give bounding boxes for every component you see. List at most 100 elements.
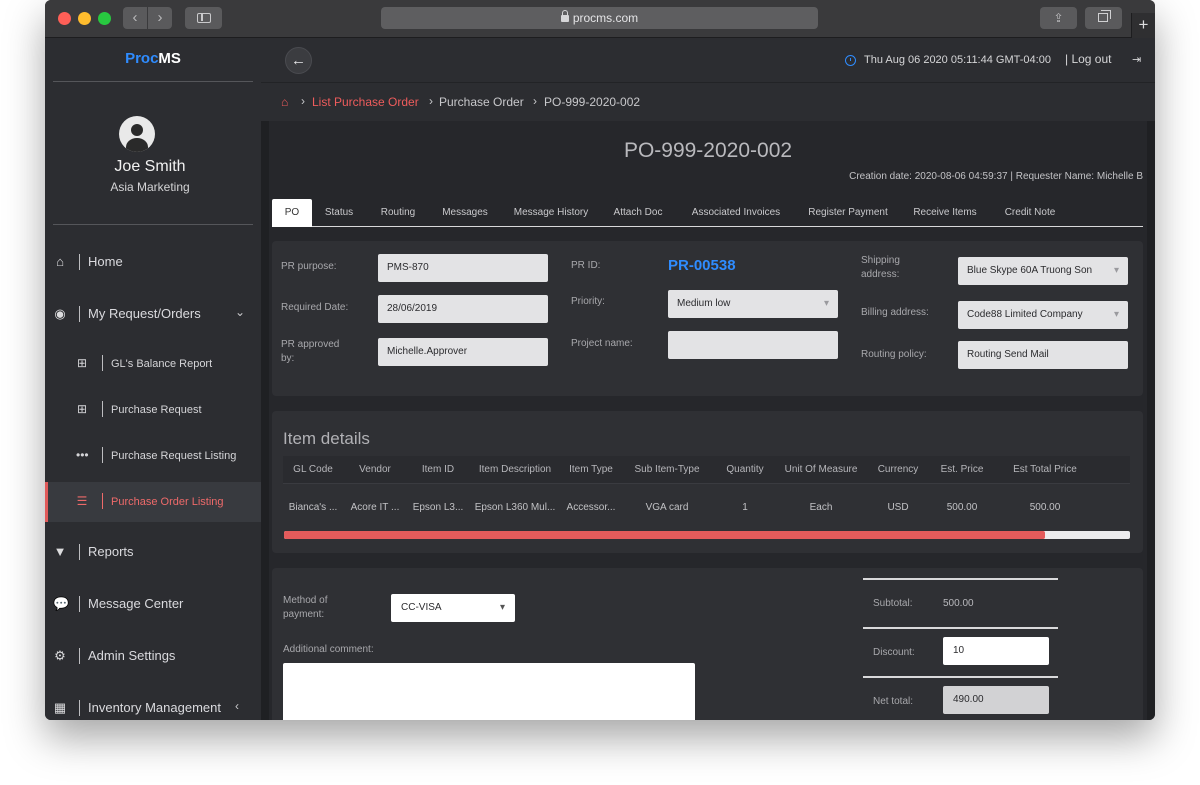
net-total-label: Net total:: [873, 696, 914, 707]
column-header[interactable]: Est Total Price: [993, 456, 1097, 484]
priority-label: Priority:: [571, 296, 605, 307]
table-cell: Bianca's ...: [288, 502, 338, 513]
zoom-window-button[interactable]: [98, 12, 111, 25]
logout-icon[interactable]: ⇥: [1132, 53, 1141, 66]
tab-po[interactable]: PO: [272, 199, 312, 227]
home-icon: ⌂: [56, 254, 64, 269]
required-date-field[interactable]: 28/06/2019: [378, 295, 548, 323]
routing-policy-field[interactable]: Routing Send Mail: [958, 341, 1128, 369]
tab-routing[interactable]: Routing: [371, 199, 425, 227]
tabs-icon: [1098, 10, 1111, 22]
user-name: Joe Smith: [114, 158, 186, 175]
column-header[interactable]: Vendor: [343, 456, 407, 484]
back-button[interactable]: ←: [285, 47, 312, 74]
tab-receive-items[interactable]: Receive Items: [905, 199, 985, 227]
minimize-window-button[interactable]: [78, 12, 91, 25]
sidebar-item-purchase-request[interactable]: ⊞ Purchase Request: [45, 390, 261, 430]
breadcrumb-separator-icon: ›: [301, 94, 305, 108]
column-header[interactable]: Item Description: [469, 456, 561, 484]
item-details-title: Item details: [283, 429, 370, 448]
plus-square-icon: ⊞: [76, 356, 88, 370]
logout-link[interactable]: | Log out: [1065, 52, 1112, 66]
tab-messages[interactable]: Messages: [433, 199, 497, 227]
billing-address-select[interactable]: Code88 Limited Company: [958, 301, 1128, 329]
sidebar-item-inventory[interactable]: ▦ Inventory Management ‹: [45, 688, 261, 720]
column-header[interactable]: GL Code: [283, 456, 343, 484]
browser-sidebar-toggle[interactable]: [185, 7, 222, 29]
app-logo[interactable]: ProcMS: [45, 50, 261, 67]
new-tab-button[interactable]: +: [1131, 13, 1155, 38]
approved-by-field[interactable]: Michelle.Approver: [378, 338, 548, 366]
sidebar-item-message-center[interactable]: 💬 Message Center: [45, 584, 261, 624]
sidebar-item-label: Reports: [88, 544, 134, 559]
app-sidebar: ProcMS Joe Smith Asia Marketing ⌂ Home ◉…: [45, 38, 261, 720]
logout-label: Log out: [1071, 52, 1112, 66]
sidebar-item-label: My Request/Orders: [88, 306, 201, 321]
tab-message-history[interactable]: Message History: [505, 199, 597, 227]
po-meta: Creation date: 2020-08-06 04:59:37 | Req…: [849, 171, 1143, 182]
sidebar-item-label: Inventory Management: [88, 700, 221, 715]
tab-status[interactable]: Status: [315, 199, 363, 227]
pr-id-label: PR ID:: [571, 260, 601, 271]
column-header[interactable]: Quantity: [713, 456, 777, 484]
logo-text-ms: MS: [158, 50, 181, 67]
sidebar-item-gl-balance[interactable]: ⊞ GL's Balance Report: [45, 344, 261, 384]
sidebar-item-my-requests[interactable]: ◉ My Request/Orders ⌄: [45, 294, 261, 334]
tab-associated-invoices[interactable]: Associated Invoices: [683, 199, 789, 227]
breadcrumb-list-purchase-order[interactable]: List Purchase Order: [312, 95, 419, 109]
column-header[interactable]: Currency: [865, 456, 931, 484]
discount-input[interactable]: 10: [943, 637, 1049, 665]
browser-back-button[interactable]: ‹: [123, 7, 147, 29]
target-icon: ◉: [54, 306, 66, 321]
items-table-header: GL Code Vendor Item ID Item Description …: [283, 456, 1130, 484]
tab-credit-note[interactable]: Credit Note: [994, 199, 1066, 227]
column-header[interactable]: Item Type: [561, 456, 621, 484]
share-button[interactable]: ⇪: [1040, 7, 1077, 29]
pr-purpose-field[interactable]: PMS-870: [378, 254, 548, 282]
shipping-address-select[interactable]: Blue Skype 60A Truong Son: [958, 257, 1128, 285]
home-icon[interactable]: ⌂: [281, 95, 288, 109]
column-header[interactable]: Sub Item-Type: [621, 456, 713, 484]
pr-purpose-label: PR purpose:: [281, 261, 337, 272]
sidebar-item-reports[interactable]: ▼ Reports: [45, 532, 261, 572]
sidebar-item-purchase-request-listing[interactable]: ••• Purchase Request Listing: [45, 436, 261, 476]
additional-comment-input[interactable]: [283, 663, 695, 720]
po-detail-panel: PO-999-2020-002 Creation date: 2020-08-0…: [269, 121, 1147, 720]
sidebar-item-admin-settings[interactable]: ⚙ Admin Settings: [45, 636, 261, 676]
page-title: PO-999-2020-002: [623, 139, 793, 162]
tab-attach-doc[interactable]: Attach Doc: [607, 199, 669, 227]
column-header[interactable]: Est. Price: [931, 456, 993, 484]
tab-register-payment[interactable]: Register Payment: [799, 199, 897, 227]
sidebar-item-label: Purchase Order Listing: [111, 496, 224, 508]
browser-forward-button[interactable]: ›: [148, 7, 172, 29]
scrollbar-thumb[interactable]: [284, 531, 1046, 539]
lock-icon: [560, 10, 569, 22]
breadcrumb-separator-icon: ›: [533, 94, 537, 108]
column-header[interactable]: Item ID: [407, 456, 469, 484]
table-row[interactable]: Bianca's ... Acore IT ... Epson L3... Ep…: [283, 490, 1130, 526]
pr-id-link[interactable]: PR-00538: [668, 257, 736, 274]
sidebar-item-purchase-order-listing[interactable]: ☰ Purchase Order Listing: [45, 482, 261, 522]
logo-text-proc: Proc: [125, 50, 159, 67]
sidebar-item-home[interactable]: ⌂ Home: [45, 242, 261, 282]
priority-select[interactable]: Medium low: [668, 290, 838, 318]
billing-address-label: Billing address:: [861, 307, 929, 318]
clock-icon: [845, 55, 856, 66]
table-cell: 500.00: [946, 502, 978, 513]
sidebar-item-label: Purchase Request: [111, 404, 202, 416]
column-header[interactable]: Unit Of Measure: [777, 456, 865, 484]
item-details-card: Item details GL Code Vendor Item ID Item…: [272, 411, 1143, 553]
show-tabs-button[interactable]: [1085, 7, 1122, 29]
horizontal-scrollbar[interactable]: [284, 531, 1130, 539]
address-bar[interactable]: procms.com: [381, 7, 818, 29]
breadcrumb-purchase-order: Purchase Order: [439, 95, 524, 109]
current-datetime: Thu Aug 06 2020 05:11:44 GMT-04:00: [864, 54, 1051, 66]
chat-icon: 💬: [53, 596, 70, 611]
sidebar-item-label: Message Center: [88, 596, 184, 611]
payment-method-select[interactable]: CC-VISA: [391, 594, 515, 622]
sidebar-icon: [197, 13, 211, 23]
project-name-field[interactable]: [668, 331, 838, 359]
sidebar-item-label: Purchase Request Listing: [111, 450, 237, 462]
avatar[interactable]: [119, 116, 155, 152]
close-window-button[interactable]: [58, 12, 71, 25]
